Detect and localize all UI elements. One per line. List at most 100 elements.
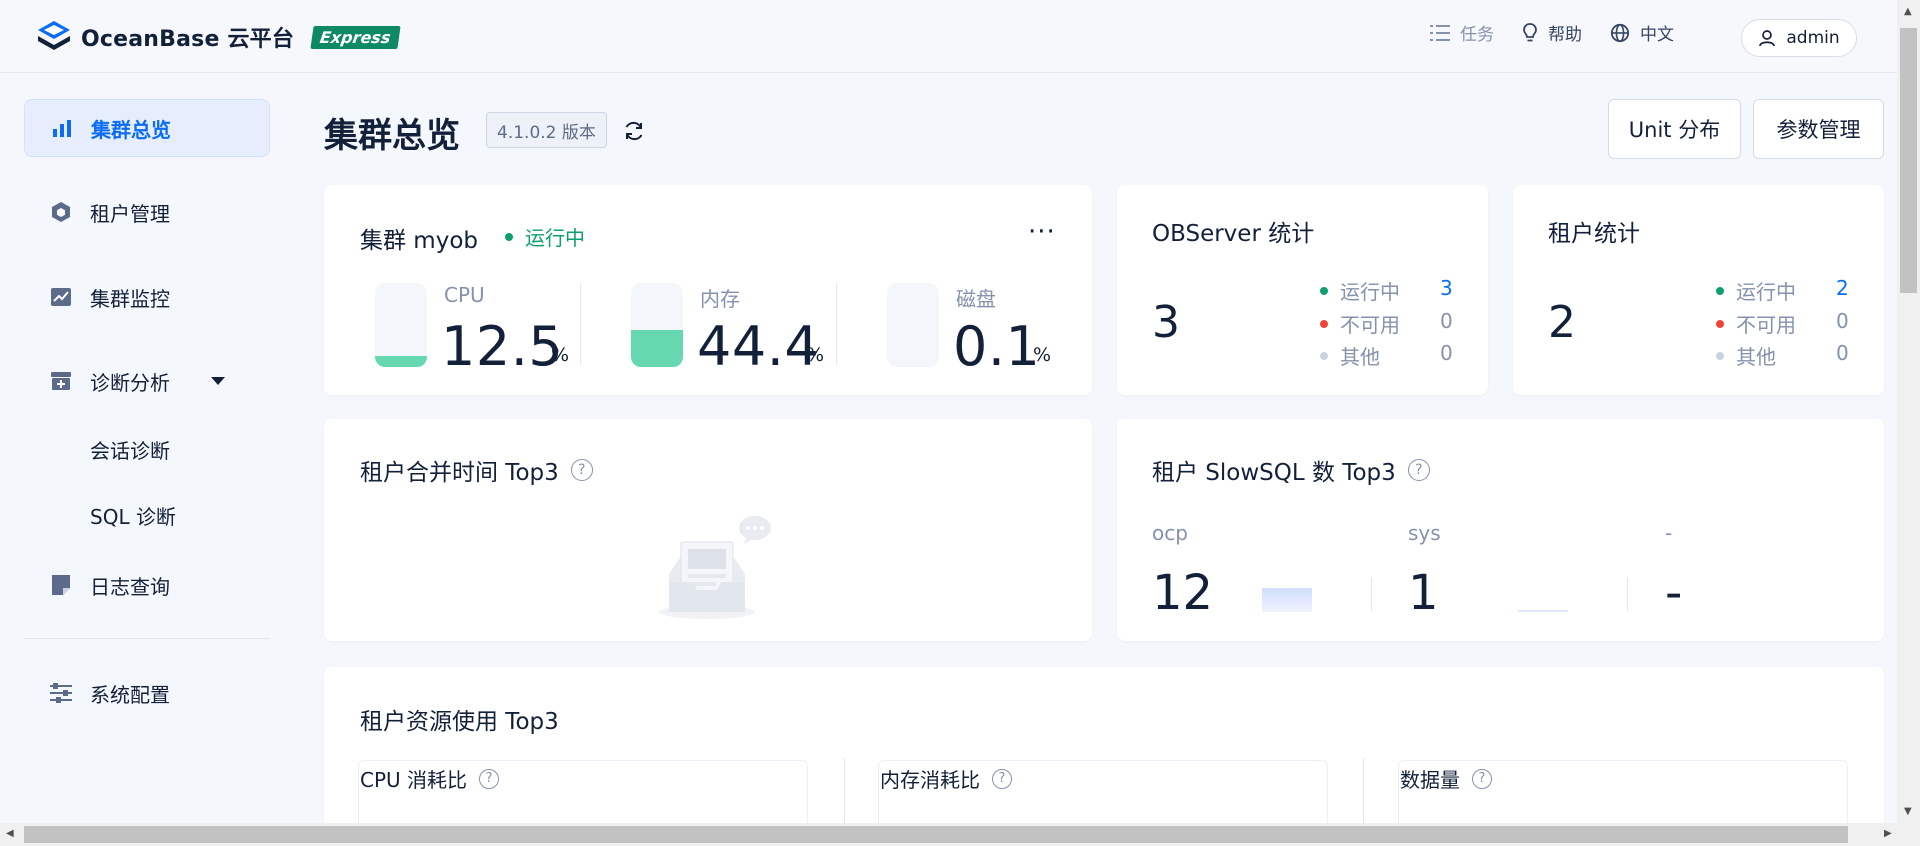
hexagon-icon	[50, 201, 72, 223]
oceanbase-logo-icon	[38, 21, 70, 50]
user-menu-button[interactable]: admin	[1741, 19, 1857, 57]
cpu-usage-label: CPU 消耗比 ?	[360, 764, 500, 793]
diagnosis-icon	[50, 370, 72, 392]
slowsql-divider	[1627, 578, 1628, 611]
stat-label: 其他	[1340, 345, 1380, 369]
more-icon[interactable]: ···	[1028, 217, 1056, 247]
sidebar-item-log-query[interactable]: 日志查询	[24, 556, 270, 614]
tenant-other-row: 其他	[1716, 341, 1776, 370]
status-badge: 运行中	[505, 222, 585, 251]
language-label: 中文	[1640, 25, 1674, 45]
scroll-right-icon[interactable]: ▶	[1884, 828, 1892, 839]
stat-label: 不可用	[1736, 313, 1796, 337]
sidebar-item-cluster-monitor[interactable]: 集群监控	[24, 268, 270, 326]
disk-unit: %	[1033, 344, 1052, 366]
sidebar-item-sql-diagnosis[interactable]: SQL 诊断	[90, 501, 176, 530]
chevron-down-icon[interactable]	[211, 377, 225, 385]
cluster-title: 集群 myob	[360, 228, 478, 254]
help-button[interactable]: 帮助	[1522, 20, 1582, 45]
slowsql-count: 12	[1152, 565, 1214, 621]
tenant-running-count[interactable]: 2	[1836, 276, 1849, 300]
memory-gauge	[631, 283, 683, 367]
slowsql-sparkline	[1518, 610, 1568, 612]
stat-label: 运行中	[1340, 280, 1400, 304]
tasks-button[interactable]: 任务	[1430, 20, 1494, 45]
help-icon[interactable]: ?	[992, 768, 1012, 789]
tenant-unavailable-count: 0	[1836, 309, 1849, 333]
disk-value: 0.1	[953, 315, 1041, 378]
resource-divider	[844, 758, 845, 828]
globe-icon	[1610, 23, 1630, 42]
merge-time-title: 租户合并时间 Top3 ?	[360, 453, 593, 487]
stat-label: 其他	[1736, 345, 1776, 369]
refresh-icon[interactable]	[622, 119, 646, 143]
observer-total: 3	[1152, 297, 1180, 348]
user-name: admin	[1786, 28, 1840, 48]
slowsql-divider	[1371, 578, 1372, 611]
help-icon[interactable]: ?	[1407, 459, 1430, 481]
brand-name: OceanBase 云平台	[81, 27, 295, 52]
line-chart-icon	[50, 286, 72, 308]
sidebar-item-tenant-management[interactable]: 租户管理	[24, 183, 270, 241]
sidebar-item-label: 诊断分析	[90, 370, 170, 395]
scroll-down-icon[interactable]: ▼	[1904, 806, 1912, 817]
sliders-icon	[50, 682, 72, 704]
sidebar-item-system-config[interactable]: 系统配置	[24, 664, 270, 722]
status-dot	[1716, 351, 1724, 360]
status-dot	[1716, 286, 1724, 295]
logo[interactable]: OceanBase 云平台 Express	[35, 18, 401, 56]
cpu-value: 12.5	[441, 315, 564, 378]
help-icon[interactable]: ?	[479, 768, 500, 789]
metric-divider	[580, 283, 581, 365]
list-icon	[1430, 24, 1450, 41]
observer-running-count[interactable]: 3	[1440, 276, 1453, 300]
observer-other-row: 其他	[1320, 341, 1380, 370]
help-icon[interactable]: ?	[570, 459, 593, 481]
sidebar-item-diagnosis[interactable]: 诊断分析	[24, 352, 270, 410]
sidebar-divider	[24, 638, 270, 639]
horizontal-scroll-thumb[interactable]	[24, 826, 1848, 843]
slowsql-count: 1	[1408, 565, 1439, 621]
vertical-scrollbar[interactable]: ▲ ▼	[1897, 0, 1920, 823]
user-icon	[1759, 30, 1776, 47]
slowsql-tenant-label: sys	[1408, 521, 1441, 545]
cpu-usage-label-text: CPU 消耗比	[360, 768, 468, 792]
version-tag: 4.1.0.2 版本	[486, 112, 607, 148]
status-dot	[1320, 319, 1328, 328]
bar-chart-icon	[51, 117, 73, 139]
disk-label: 磁盘	[956, 287, 996, 311]
parameter-management-button[interactable]: 参数管理	[1753, 99, 1884, 159]
memory-value: 44.4	[697, 315, 820, 378]
bulb-icon	[1523, 22, 1537, 41]
cpu-unit: %	[551, 344, 570, 366]
scroll-left-icon[interactable]: ◀	[6, 828, 14, 839]
stat-label: 运行中	[1736, 280, 1796, 304]
scroll-up-icon[interactable]: ▲	[1904, 6, 1912, 17]
resource-usage-title: 租户资源使用 Top3	[360, 709, 559, 735]
merge-time-title-text: 租户合并时间 Top3	[360, 460, 559, 486]
tasks-label: 任务	[1460, 25, 1494, 45]
sidebar-item-cluster-overview[interactable]: 集群总览	[24, 99, 270, 157]
observer-title: OBServer 统计	[1152, 221, 1315, 247]
memory-gauge-fill	[631, 330, 683, 367]
cpu-label: CPU	[444, 283, 485, 307]
stat-label: 不可用	[1340, 313, 1400, 337]
sidebar-item-label: 系统配置	[90, 682, 170, 707]
tenant-stats-title: 租户统计	[1548, 221, 1640, 247]
sidebar-item-session-diagnosis[interactable]: 会话诊断	[90, 435, 170, 464]
help-icon[interactable]: ?	[1472, 768, 1492, 789]
horizontal-scrollbar[interactable]: ◀ ▶	[0, 823, 1920, 846]
tenant-running-row: 运行中	[1716, 276, 1796, 305]
sidebar-item-label: 租户管理	[90, 201, 170, 226]
language-button[interactable]: 中文	[1610, 20, 1674, 45]
memory-usage-label-text: 内存消耗比	[880, 768, 980, 792]
observer-unavailable-count: 0	[1440, 309, 1453, 333]
slowsql-tenant-label: -	[1665, 521, 1673, 545]
page-title: 集群总览	[324, 116, 460, 156]
vertical-scroll-thumb[interactable]	[1900, 28, 1917, 293]
unit-distribution-button[interactable]: Unit 分布	[1608, 99, 1741, 159]
status-label: 运行中	[525, 226, 585, 250]
status-dot	[505, 232, 513, 241]
memory-usage-label: 内存消耗比 ?	[880, 764, 1012, 793]
disk-gauge	[887, 283, 939, 367]
